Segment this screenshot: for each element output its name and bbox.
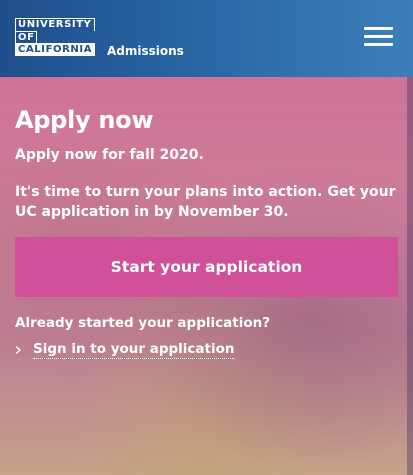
hero-edge-shade <box>407 77 413 475</box>
page: UNIVERSITY OF CALIFORNIA Admissions Appl… <box>0 0 413 475</box>
signin-row: Sign in to your application <box>15 341 235 359</box>
already-started-text: Already started your application? <box>15 315 271 331</box>
logo-line-california: CALIFORNIA <box>15 43 95 56</box>
hamburger-menu-icon[interactable] <box>364 25 394 49</box>
page-title: Apply now <box>15 106 154 134</box>
uc-logo[interactable]: UNIVERSITY OF CALIFORNIA <box>15 18 95 56</box>
logo-line-university: UNIVERSITY <box>15 18 95 31</box>
hero-section: Apply now Apply now for fall 2020. It's … <box>0 77 413 475</box>
section-title[interactable]: Admissions <box>107 44 184 58</box>
hero-subtitle: Apply now for fall 2020. <box>15 147 204 163</box>
start-application-button[interactable]: Start your application <box>15 237 398 297</box>
chevron-right-icon <box>15 346 21 354</box>
site-header: UNIVERSITY OF CALIFORNIA Admissions <box>0 0 413 77</box>
hero-body-text: It's time to turn your plans into action… <box>15 184 396 220</box>
logo-line-of: OF <box>15 30 37 43</box>
sign-in-link[interactable]: Sign in to your application <box>33 341 235 359</box>
